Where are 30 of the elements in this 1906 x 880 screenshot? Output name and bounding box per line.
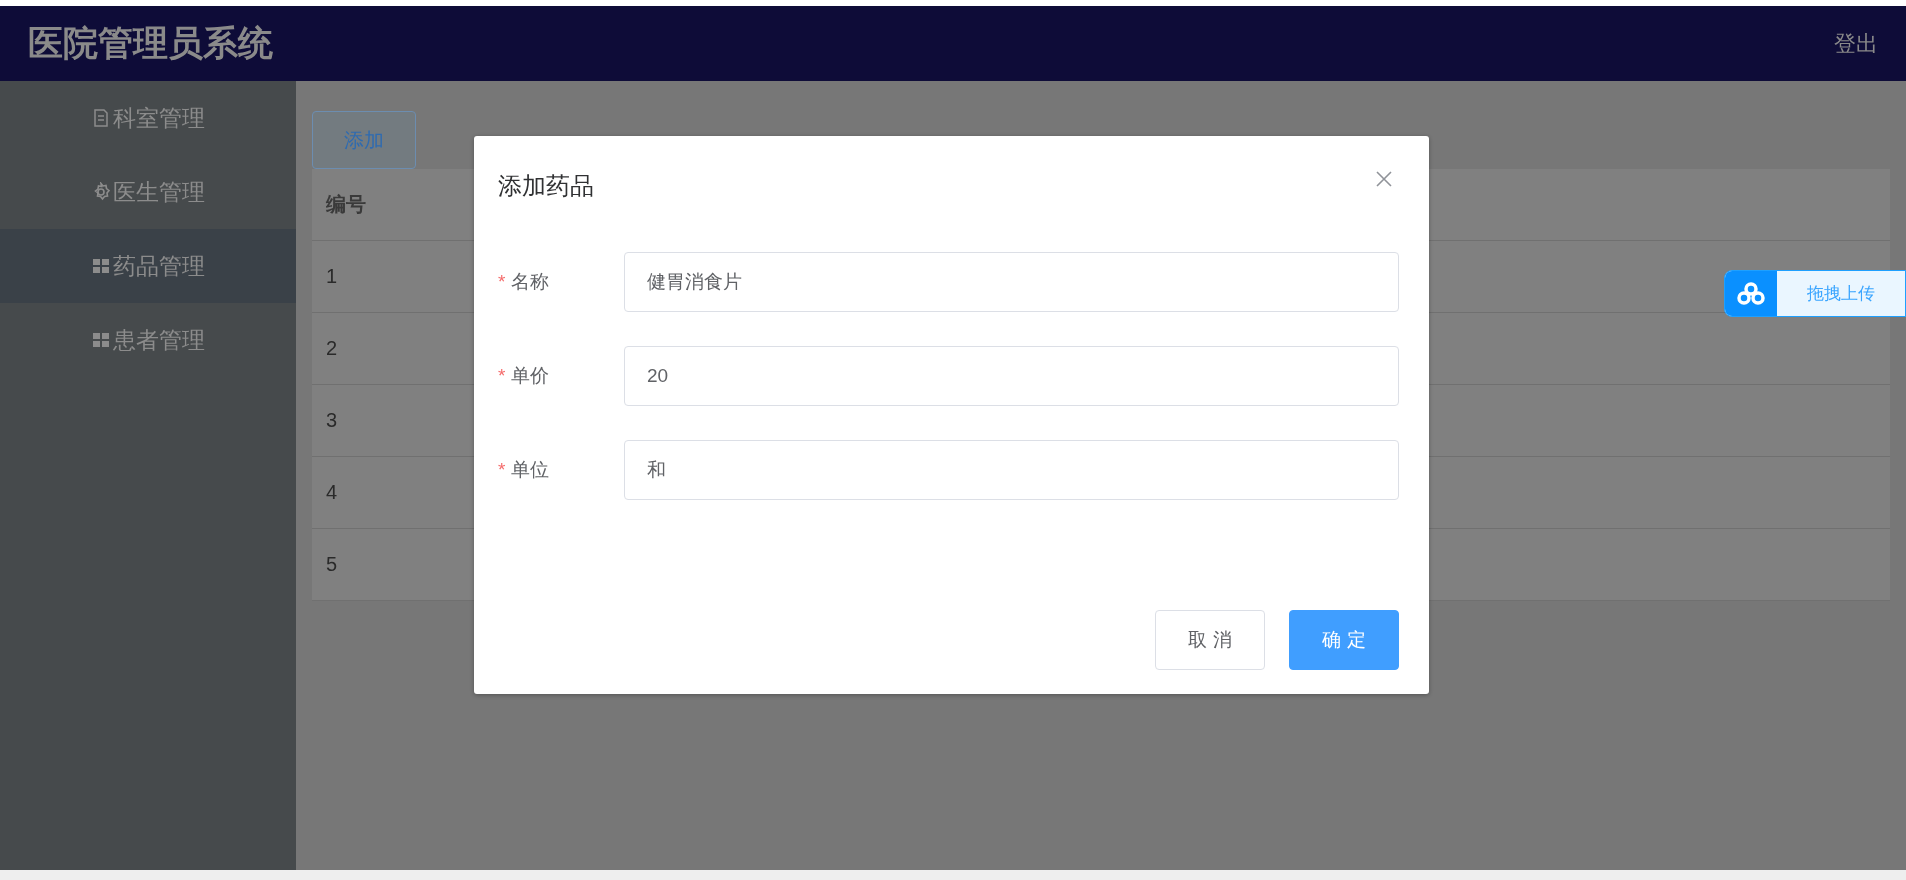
column-header: 编号	[326, 192, 366, 217]
required-mark: *	[498, 459, 506, 480]
table-cell: 2	[326, 337, 338, 360]
sidebar-item[interactable]: 科室管理	[0, 81, 296, 155]
field-label: 名称	[511, 271, 550, 292]
close-icon[interactable]	[1375, 170, 1393, 188]
document-icon	[91, 108, 111, 128]
dialog-title: 添加药品	[498, 171, 594, 201]
grid-icon	[91, 256, 111, 276]
field-label: 单价	[511, 365, 550, 386]
sidebar-item[interactable]: 药品管理	[0, 229, 296, 303]
table-cell: 5	[326, 553, 338, 576]
table-cell: 4	[326, 481, 338, 504]
sidebar-item[interactable]: 医生管理	[0, 155, 296, 229]
cloud-icon	[1736, 281, 1766, 306]
required-mark: *	[498, 271, 506, 292]
upload-widget[interactable]: 拖拽上传	[1724, 270, 1906, 317]
table-cell: 1	[326, 265, 338, 288]
sidebar-item[interactable]: 患者管理	[0, 303, 296, 377]
required-mark: *	[498, 365, 506, 386]
input-field[interactable]: 健胃消食片	[624, 252, 1399, 312]
field-label: 单位	[511, 459, 550, 480]
confirm-button[interactable]: 确 定	[1289, 610, 1399, 670]
logout-link[interactable]: 登出	[1834, 28, 1878, 59]
input-field[interactable]: 和	[624, 440, 1399, 500]
app-title: 医院管理员系统	[28, 22, 273, 64]
input-field[interactable]: 20	[624, 346, 1399, 406]
grid-icon	[91, 330, 111, 350]
table-cell: 3	[326, 409, 338, 432]
cancel-button[interactable]: 取 消	[1155, 610, 1265, 670]
